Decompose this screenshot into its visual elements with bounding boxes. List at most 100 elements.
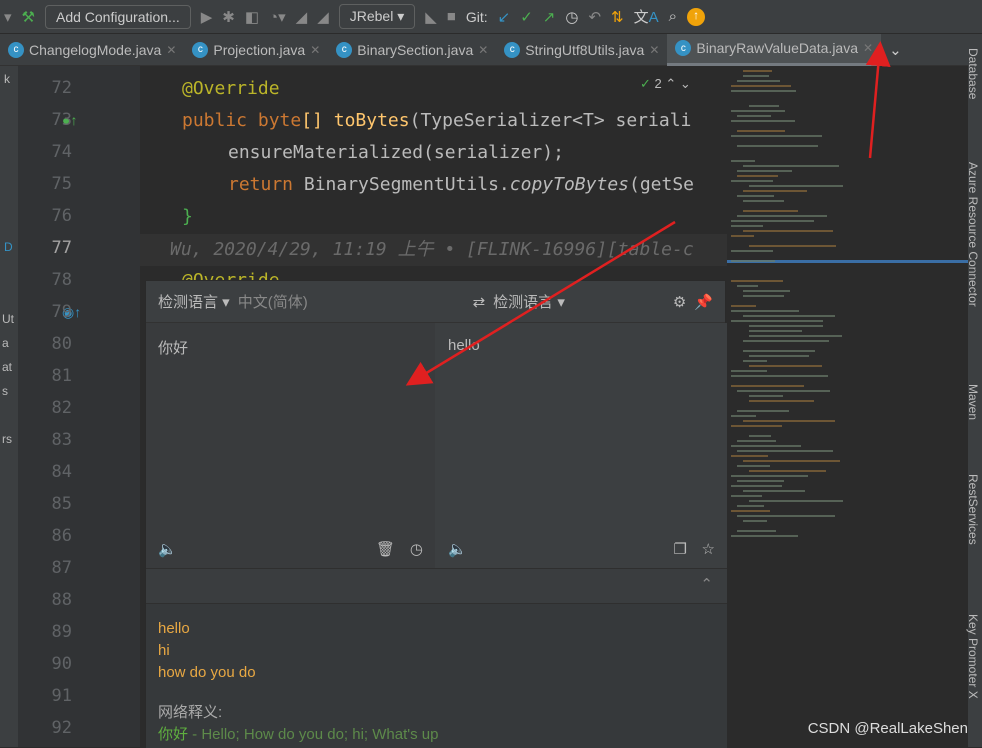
web-definition-entry: 你好 - Hello; How do you do; hi; What's up [158,724,715,746]
inspection-widget[interactable]: ✓ 2 ⌃ ⌄ [640,76,691,92]
tab-stringutf8utils[interactable]: c StringUtf8Utils.java ✕ [496,34,667,66]
minimap-line [737,450,833,452]
minimap-line [743,230,833,232]
add-configuration-button[interactable]: Add Configuration... [44,4,191,29]
minimap-line [743,350,816,352]
dictionary-results: hello hi how do you do 网络释义: 你好 - Hello;… [146,604,727,748]
build-hammer-icon[interactable]: ⚒ [22,8,35,26]
git-update-icon[interactable]: ↙ [498,8,511,26]
minimap-line [743,340,830,342]
main-toolbar: ▾ ⚒ Add Configuration... ▶ ✱ ◧ ◔▾ ◢ ◢ JR… [0,0,982,34]
minimap-line [737,195,775,197]
git-push-icon[interactable]: ↗ [543,8,556,26]
close-icon[interactable]: ✕ [310,43,320,57]
line-number: 83 [51,430,72,450]
update-icon[interactable]: ↑ [687,7,706,26]
tool-window-restservices[interactable]: RestServices [966,474,980,545]
class-icon: c [8,41,24,58]
git-commit-icon[interactable]: ✓ [520,8,533,26]
minimap-line [731,225,764,227]
minimap-line [737,170,793,172]
editor-tabs: c ChangelogMode.java ✕ c Projection.java ✕ c… [0,33,982,66]
tab-projection[interactable]: c Projection.java ✕ [184,34,328,66]
close-icon[interactable]: ✕ [649,43,659,57]
swap-icon[interactable]: ⇄ [473,293,486,311]
chevron-up-icon[interactable]: ⌃ [700,575,713,593]
tab-label: Projection.java [213,41,306,58]
minimap-line [743,165,840,167]
tool-window-database[interactable]: Database [966,48,980,99]
attach-icon[interactable]: ◣ [425,8,437,26]
trash-icon[interactable]: 🗑 [376,540,395,558]
web-definition-label: 网络释义: [158,704,223,721]
minimap-line [731,135,822,137]
close-icon[interactable]: ✕ [166,43,176,57]
source-pane[interactable]: 你好 🔈 🗑 ◷ [146,323,435,568]
tool-window-key-promoter[interactable]: Key Promoter X [966,614,980,699]
source-language-select[interactable]: 检测语言 ▾ [158,291,230,312]
minimap-line [743,190,808,192]
minimap-line [749,330,803,332]
close-icon[interactable]: ✕ [863,41,873,55]
profile-icon[interactable]: ◔▾ [269,8,286,26]
speaker-icon[interactable]: 🔈 [158,540,177,558]
code-line: return BinarySegmentUtils.copyToBytes(ge… [228,174,694,195]
jrebel-run-icon[interactable]: ◢ [296,8,308,26]
code-line: ensureMaterialized(serializer); [228,142,564,163]
next-icon[interactable]: ⌄ [680,76,691,91]
target-pane: hello 🔈 ❐ ☆ [436,323,727,568]
method-name: toBytes [333,110,410,131]
pin-icon[interactable]: 📌 [694,293,713,311]
args: (getSe [629,174,695,195]
line-number: 86 [51,526,72,546]
minimap-line [749,500,843,502]
minimap-line [743,520,768,522]
translation-item: hi [158,642,170,659]
inspection-count: 2 [654,76,662,91]
minimap-line [743,210,799,212]
minimap-line [731,455,768,457]
minimap-line [737,130,785,132]
minimap-line [749,355,810,357]
strip-fragment: k [4,72,10,86]
history-icon[interactable]: ◷ [410,540,423,558]
minimap-line [743,75,770,77]
star-icon[interactable]: ☆ [702,540,715,558]
settings-icon[interactable]: ⚙ [673,293,686,311]
translate-icon[interactable]: 文A [634,6,659,27]
strip-fragment: s [2,384,8,398]
git-label: Git: [465,8,488,25]
minimap-line [737,390,830,392]
minimap-line [737,80,780,82]
prev-icon[interactable]: ⌃ [665,76,676,91]
minimap[interactable] [727,66,968,747]
tool-window-azure[interactable]: Azure Resource Connector [966,162,980,307]
minimap-line [749,325,824,327]
copy-icon[interactable]: ❐ [674,540,687,558]
close-icon[interactable]: ✕ [478,43,488,57]
run-icon[interactable]: ▶ [201,8,213,26]
rollback-icon[interactable]: ↶ [588,8,601,26]
minimap-line [743,490,806,492]
search-icon[interactable]: ⌕ [669,8,677,25]
jrebel-dropdown[interactable]: JRebel ▾ [338,4,416,29]
tool-window-maven[interactable]: Maven [966,384,980,420]
coverage-icon[interactable]: ◧ [245,8,259,26]
stop-icon[interactable]: ■ [447,8,456,25]
speaker-icon[interactable]: 🔈 [448,540,467,558]
debug-icon[interactable]: ✱ [222,8,235,26]
history-icon[interactable]: ◷ [565,8,578,26]
tab-binarysection[interactable]: c BinarySection.java ✕ [328,34,496,66]
tab-binaryrawvaluedata[interactable]: c BinaryRawValueData.java ✕ [667,33,882,66]
chevron-down-icon[interactable]: ⌄ [889,41,902,59]
jrebel-debug-icon[interactable]: ◢ [317,8,329,26]
vcs-ops-icon[interactable]: ⇅ [611,8,624,26]
target-language-select[interactable]: 检测语言 ▾ [493,291,565,312]
params: (TypeSerializer<T> seriali [409,110,692,131]
tab-changelogmode[interactable]: c ChangelogMode.java ✕ [0,34,184,66]
minimap-line [737,515,836,517]
minimap-line [731,110,785,112]
translation-popup: 检测语言 ▾ 中文(简体) ⇄ 检测语言 ▾ ⚙ 📌 你好 🔈 🗑 ◷ hell… [145,280,727,748]
source-input[interactable]: 你好 [146,323,435,372]
dropdown-icon[interactable]: ▾ [4,8,12,26]
